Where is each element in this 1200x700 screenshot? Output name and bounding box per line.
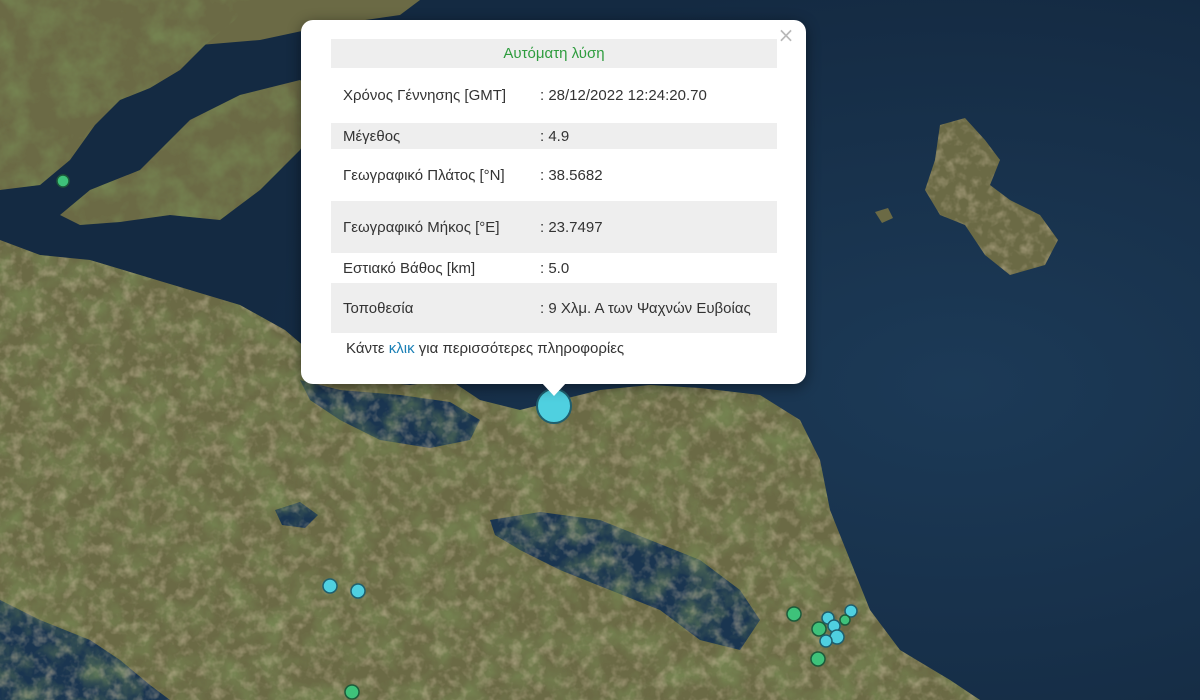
info-row-location: Τοποθεσία : 9 Χλμ. Α των Ψαχνών Ευβοίας: [331, 283, 778, 333]
info-value: : 9 Χλμ. Α των Ψαχνών Ευβοίας: [536, 283, 778, 333]
earthquake-marker[interactable]: [344, 684, 360, 700]
info-value: : 5.0: [540, 259, 570, 277]
info-value: : 28/12/2022 12:24:20.70: [540, 87, 707, 104]
info-row-longitude: Γεωγραφικό Μήκος [°E] : 23.7497: [331, 201, 778, 253]
more-info-line: Κάντε κλικ για περισσότερες πληροφορίες: [346, 340, 624, 357]
info-row-magnitude: Μέγεθος : 4.9: [331, 123, 778, 149]
info-row-depth: Εστιακό Βάθος [km] : 5.0: [331, 253, 777, 283]
close-icon[interactable]: ×: [776, 24, 796, 46]
info-row-origin-time: Χρόνος Γέννησης [GMT] : 28/12/2022 12:24…: [331, 68, 777, 123]
more-info-suffix: για περισσότερες πληροφορίες: [414, 340, 625, 357]
info-value: : 4.9: [536, 123, 778, 149]
info-label: Εστιακό Βάθος [km]: [343, 259, 476, 277]
more-info-link[interactable]: κλικ: [389, 340, 415, 357]
popup-pointer: [541, 382, 567, 396]
info-label: Γεωγραφικό Πλάτος [°N]: [343, 166, 505, 184]
info-label: Χρόνος Γέννησης [GMT]: [343, 87, 507, 104]
info-label: Τοποθεσία: [331, 283, 536, 333]
info-value: : 23.7497: [536, 201, 778, 253]
info-row-latitude: Γεωγραφικό Πλάτος [°N] : 38.5682: [331, 149, 777, 201]
popup-title-row: Αυτόματη λύση: [331, 39, 778, 68]
earthquake-marker[interactable]: [819, 634, 833, 648]
earthquake-marker[interactable]: [839, 614, 851, 626]
earthquake-marker[interactable]: [786, 606, 802, 622]
earthquake-marker[interactable]: [322, 578, 338, 594]
earthquake-info-popup: × Αυτόματη λύση Χρόνος Γέννησης [GMT] : …: [301, 20, 806, 384]
more-info-prefix: Κάντε: [346, 340, 389, 357]
earthquake-marker[interactable]: [56, 174, 70, 188]
earthquake-marker[interactable]: [810, 651, 826, 667]
info-label: Γεωγραφικό Μήκος [°E]: [331, 201, 536, 253]
info-label: Μέγεθος: [331, 123, 536, 149]
earthquake-marker[interactable]: [350, 583, 366, 599]
earthquake-marker[interactable]: [811, 621, 827, 637]
earthquake-info-table: Αυτόματη λύση Χρόνος Γέννησης [GMT] : 28…: [331, 39, 778, 333]
info-value: : 38.5682: [540, 166, 603, 184]
popup-title: Αυτόματη λύση: [331, 39, 778, 68]
